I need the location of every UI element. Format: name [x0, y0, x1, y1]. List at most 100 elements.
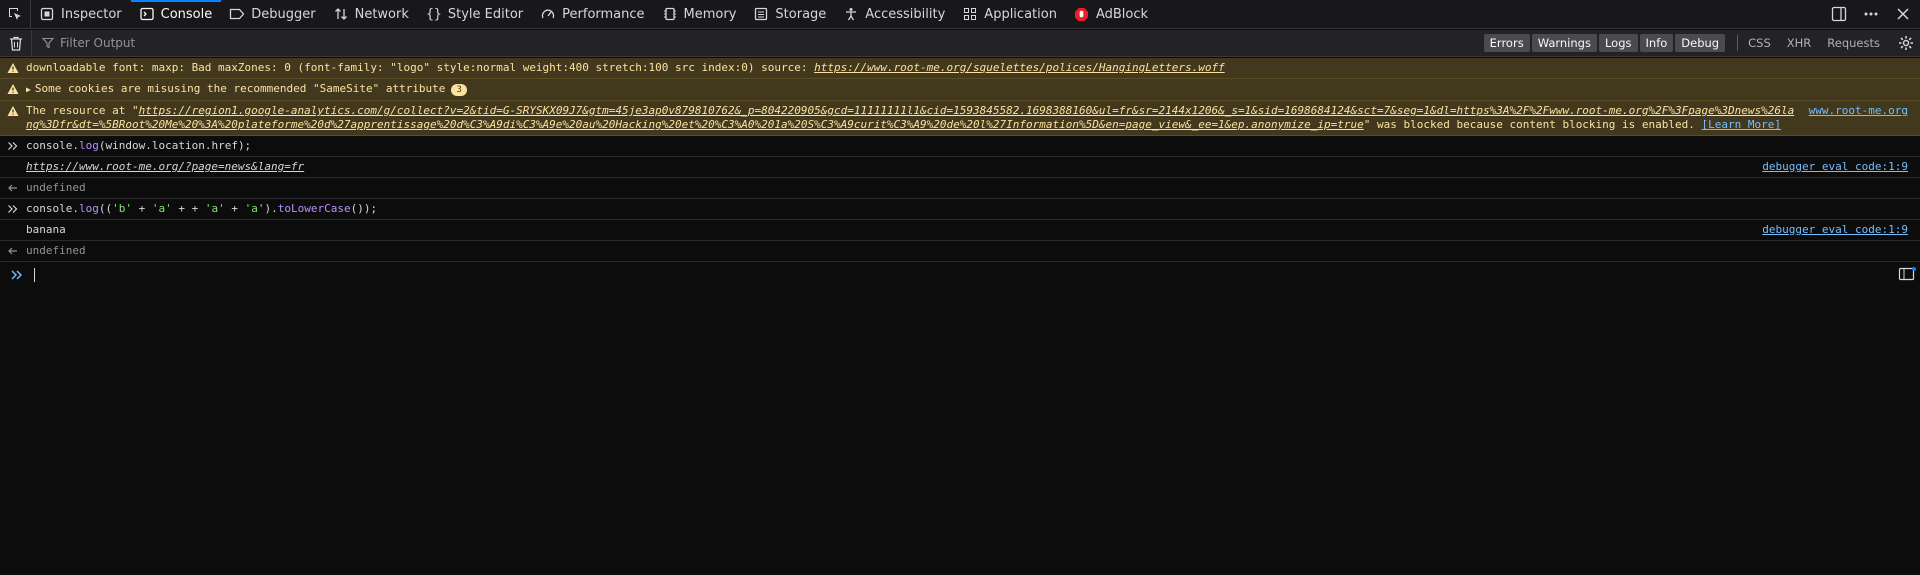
prompt-chevron-icon — [11, 270, 22, 280]
storage-icon — [753, 6, 769, 22]
filter-errors-button[interactable]: Errors — [1483, 34, 1530, 52]
tab-label: AdBlock — [1095, 6, 1149, 22]
filter-debug-button[interactable]: Debug — [1675, 34, 1726, 52]
toggle-sidebar-button[interactable] — [1898, 267, 1916, 281]
gear-icon — [1899, 36, 1913, 50]
tab-network[interactable]: Network — [325, 0, 418, 28]
close-devtools-button[interactable] — [1894, 5, 1912, 23]
code-token: ()); — [350, 202, 378, 215]
ellipsis-icon — [1864, 12, 1878, 16]
console-warning-message[interactable]: The resource at "https://region1.google-… — [0, 101, 1920, 136]
tab-inspector[interactable]: Inspector — [31, 0, 131, 28]
command-text: console.log(window.location.href); — [26, 139, 252, 152]
message-text: downloadable font: maxp: Bad maxZones: 0… — [26, 61, 815, 74]
console-result[interactable]: undefined — [0, 241, 1920, 262]
trash-icon — [9, 36, 22, 51]
code-token: log — [78, 139, 99, 152]
message-text: The resource at " — [26, 104, 139, 117]
message-source-link[interactable]: www.root-me.org — [1809, 104, 1908, 132]
tab-debugger[interactable]: Debugger — [221, 0, 324, 28]
console-command[interactable]: console.log(('b' + 'a' + + 'a' + 'a').to… — [0, 199, 1920, 220]
type-filters: CSS XHR Requests — [1748, 36, 1880, 50]
tab-label: Style Editor — [447, 6, 524, 22]
filter-info-button[interactable]: Info — [1639, 34, 1674, 52]
console-log-message[interactable]: https://www.root-me.org/?page=news&lang=… — [0, 157, 1920, 178]
filter-requests-button[interactable]: Requests — [1827, 36, 1880, 50]
tab-storage[interactable]: Storage — [745, 0, 835, 28]
filter-css-button[interactable]: CSS — [1748, 36, 1771, 50]
tab-memory[interactable]: Memory — [654, 0, 746, 28]
tab-style-editor[interactable]: {} Style Editor — [418, 0, 532, 28]
console-warning-group[interactable]: ▶ Some cookies are misusing the recommend… — [0, 79, 1920, 101]
console-output: downloadable font: maxp: Bad maxZones: 0… — [0, 58, 1920, 288]
dock-toggle-button[interactable] — [1830, 5, 1848, 23]
tab-label: Debugger — [251, 6, 316, 22]
tab-label: Inspector — [61, 6, 122, 22]
logged-url-link[interactable]: https://www.root-me.org/?page=news&lang=… — [26, 160, 304, 173]
console-settings-button[interactable] — [1892, 35, 1920, 51]
divider — [1737, 35, 1739, 51]
console-warning-message[interactable]: downloadable font: maxp: Bad maxZones: 0… — [0, 58, 1920, 79]
command-text: console.log(('b' + 'a' + + 'a' + 'a').to… — [26, 202, 378, 215]
adblock-icon — [1074, 6, 1090, 22]
filter-logs-button[interactable]: Logs — [1598, 34, 1638, 52]
console-filter-bar: Errors Warnings Logs Info Debug CSS XHR … — [0, 30, 1920, 57]
console-log-message[interactable]: banana debugger eval code:1:9 — [0, 220, 1920, 241]
filter-field — [32, 30, 1484, 56]
code-token: log — [78, 202, 99, 215]
expand-arrow-icon[interactable]: ▶ — [26, 85, 31, 94]
style-editor-icon: {} — [426, 6, 442, 22]
tab-label: Network — [354, 6, 409, 22]
message-text: " was blocked because content blocking i… — [1363, 118, 1702, 131]
clear-console-button[interactable] — [0, 30, 32, 56]
filter-icon — [42, 37, 54, 49]
warning-icon — [7, 84, 19, 94]
dock-side-icon — [1831, 6, 1847, 22]
console-input[interactable] — [0, 262, 1920, 288]
element-picker-button[interactable] — [0, 0, 31, 28]
command-chevron-icon — [8, 205, 18, 213]
tab-application[interactable]: Application — [954, 0, 1066, 28]
accessibility-icon — [843, 6, 859, 22]
application-icon — [962, 6, 978, 22]
tab-label: Memory — [683, 6, 737, 22]
tab-label: Accessibility — [865, 6, 946, 22]
warning-icon — [7, 63, 19, 73]
result-value: undefined — [26, 181, 86, 194]
tab-label: Application — [984, 6, 1057, 22]
code-token: 'a' — [151, 202, 172, 215]
warning-icon — [7, 106, 19, 116]
console-command[interactable]: console.log(window.location.href); — [0, 136, 1920, 157]
message-body: ▶ Some cookies are misusing the recommend… — [26, 82, 1908, 97]
code-token: window.location.href — [105, 139, 238, 152]
message-body: banana — [26, 223, 66, 236]
code-token: ); — [237, 139, 252, 152]
tab-adblock[interactable]: AdBlock — [1066, 0, 1157, 28]
devtools-toolbar: Inspector Console Debugger Network {} St… — [0, 0, 1920, 29]
network-icon — [333, 6, 349, 22]
tab-performance[interactable]: Performance — [532, 0, 653, 28]
filter-output-input[interactable] — [60, 36, 360, 50]
tab-console[interactable]: Console — [130, 0, 222, 28]
message-source-link[interactable]: debugger eval code:1:9 — [1762, 160, 1908, 174]
tab-accessibility[interactable]: Accessibility — [835, 0, 954, 28]
more-options-button[interactable] — [1862, 5, 1880, 23]
sidebar-icon — [1898, 267, 1916, 281]
command-chevron-icon — [8, 142, 18, 150]
code-token: 'a' — [244, 202, 265, 215]
inspector-icon — [39, 6, 55, 22]
code-token: 'b' — [112, 202, 132, 215]
message-source-link[interactable]: debugger eval code:1:9 — [1762, 223, 1908, 237]
filter-xhr-button[interactable]: XHR — [1787, 36, 1812, 50]
repeat-count-badge: 3 — [451, 84, 467, 96]
code-token: console — [26, 202, 73, 215]
console-result[interactable]: undefined — [0, 178, 1920, 199]
filter-warnings-button[interactable]: Warnings — [1531, 34, 1597, 52]
code-token: toLowerCase — [277, 202, 351, 215]
message-body: downloadable font: maxp: Bad maxZones: 0… — [26, 61, 1908, 75]
tab-label: Console — [160, 6, 213, 22]
result-value: undefined — [26, 244, 86, 257]
message-body: The resource at "https://region1.google-… — [26, 104, 1797, 132]
font-source-link[interactable]: https://www.root-me.org/squelettes/polic… — [814, 61, 1225, 74]
learn-more-link[interactable]: [Learn More] — [1702, 118, 1781, 131]
